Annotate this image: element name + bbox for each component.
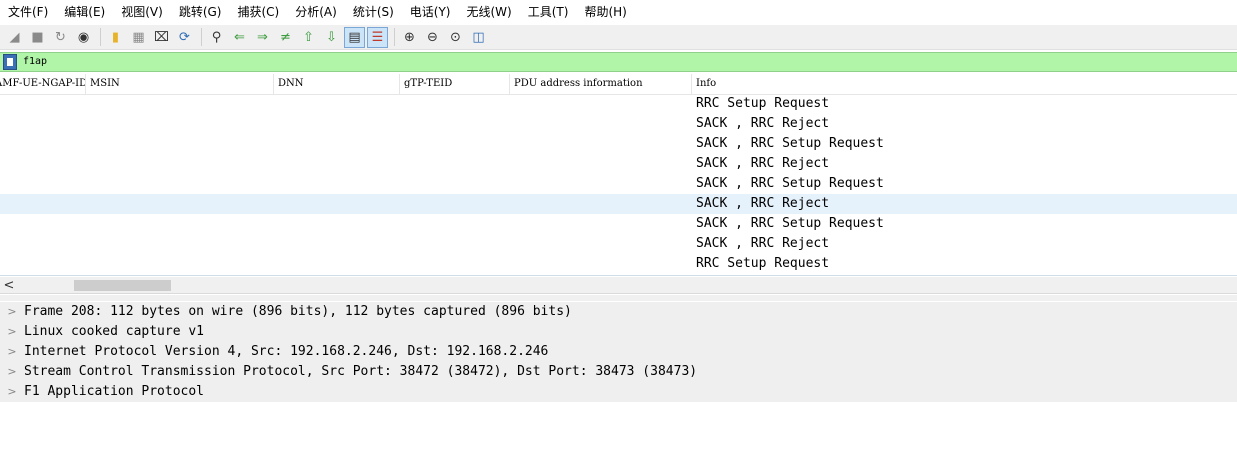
expand-chevron-icon[interactable]: >	[6, 302, 18, 322]
column-header-amf-ue-ngap-id[interactable]: AMF-UE-NGAP-ID	[0, 74, 86, 94]
go-last-packet-icon[interactable]: ⇩	[321, 27, 342, 48]
detail-item-label: Stream Control Transmission Protocol, Sr…	[24, 364, 698, 379]
filter-bookmark-icon[interactable]	[3, 54, 17, 70]
menu-wireless[interactable]: 无线(W)	[459, 0, 520, 25]
autoscroll-icon[interactable]: ▤	[344, 26, 365, 48]
shark-fin-start-icon[interactable]: ◢	[4, 27, 25, 48]
resize-columns-icon[interactable]: ◫	[468, 27, 489, 48]
packet-list-hscrollbar[interactable]: <	[0, 277, 1237, 294]
menu-analyze[interactable]: 分析(A)	[287, 0, 345, 25]
display-filter-input[interactable]	[20, 54, 1235, 70]
column-header-pdu-address[interactable]: PDU address information	[510, 74, 692, 94]
packet-info-cell: RRC Setup Request	[696, 256, 830, 271]
pane-splitter[interactable]	[0, 295, 1237, 301]
menu-view[interactable]: 视图(V)	[113, 0, 171, 25]
menu-tools[interactable]: 工具(T)	[520, 0, 577, 25]
zoom-out-icon[interactable]: ⊖	[422, 27, 443, 48]
go-to-packet-icon[interactable]: ≠	[275, 27, 296, 48]
packet-row[interactable]: SACK , RRC Setup Request	[0, 214, 1237, 234]
packet-row[interactable]: SACK , RRC Reject	[0, 114, 1237, 134]
stop-capture-icon[interactable]: ■	[27, 27, 48, 48]
packet-info-cell: SACK , RRC Reject	[696, 116, 830, 131]
detail-item-label: Internet Protocol Version 4, Src: 192.16…	[24, 344, 549, 359]
go-first-packet-icon[interactable]: ⇧	[298, 27, 319, 48]
save-file-icon[interactable]: ▦	[128, 27, 149, 48]
close-file-icon[interactable]: ⌧	[151, 27, 172, 48]
zoom-in-icon[interactable]: ⊕	[399, 27, 420, 48]
go-back-icon[interactable]: ⇐	[229, 27, 250, 48]
scroll-left-arrow-icon[interactable]: <	[2, 277, 16, 294]
column-header-info[interactable]: Info	[692, 74, 1237, 94]
capture-options-icon[interactable]: ◉	[73, 27, 94, 48]
toolbar-separator	[394, 28, 395, 46]
expand-chevron-icon[interactable]: >	[6, 342, 18, 362]
packet-list: AMF-UE-NGAP-ID MSIN DNN gTP-TEID PDU add…	[0, 74, 1237, 276]
column-header-msin[interactable]: MSIN	[86, 74, 274, 94]
detail-tree-item[interactable]: > Internet Protocol Version 4, Src: 192.1…	[0, 342, 1237, 362]
packet-info-cell: SACK , RRC Reject	[696, 196, 830, 211]
detail-item-label: Linux cooked capture v1	[24, 324, 205, 339]
menu-file[interactable]: 文件(F)	[0, 0, 56, 25]
menu-edit[interactable]: 编辑(E)	[56, 0, 113, 25]
packet-details: > Frame 208: 112 bytes on wire (896 bits)…	[0, 302, 1237, 459]
zoom-normal-icon[interactable]: ⊙	[445, 27, 466, 48]
packet-row[interactable]: SACK , RRC Reject	[0, 194, 1237, 214]
expand-chevron-icon[interactable]: >	[6, 382, 18, 402]
packet-row[interactable]: SACK , RRC Reject	[0, 234, 1237, 254]
packet-row[interactable]: SACK , RRC Reject	[0, 154, 1237, 174]
detail-tree-item[interactable]: > F1 Application Protocol	[0, 382, 1237, 402]
detail-tree-item[interactable]: > Stream Control Transmission Protocol, S…	[0, 362, 1237, 382]
restart-capture-icon[interactable]: ↻	[50, 27, 71, 48]
menu-capture[interactable]: 捕获(C)	[229, 0, 287, 25]
packet-list-header: AMF-UE-NGAP-ID MSIN DNN gTP-TEID PDU add…	[0, 74, 1237, 95]
toolbar-separator	[100, 28, 101, 46]
packet-info-cell: SACK , RRC Setup Request	[696, 216, 884, 231]
expand-chevron-icon[interactable]: >	[6, 362, 18, 382]
menu-statistics[interactable]: 统计(S)	[345, 0, 402, 25]
detail-tree-item[interactable]: > Linux cooked capture v1	[0, 322, 1237, 342]
expand-chevron-icon[interactable]: >	[6, 322, 18, 342]
main-toolbar: ◢ ■ ↻ ◉ ▮ ▦ ⌧ ⟳ ⚲ ⇐ ⇒ ≠ ⇧ ⇩ ▤ ☰ ⊕ ⊖ ⊙ ◫	[0, 25, 1237, 50]
packet-info-cell: SACK , RRC Reject	[696, 156, 830, 171]
column-header-gtp-teid[interactable]: gTP-TEID	[400, 74, 510, 94]
find-packet-icon[interactable]: ⚲	[206, 27, 227, 48]
packet-row[interactable]: RRC Setup Request	[0, 254, 1237, 274]
toolbar-separator	[201, 28, 202, 46]
go-forward-icon[interactable]: ⇒	[252, 27, 273, 48]
open-file-icon[interactable]: ▮	[105, 27, 126, 48]
packet-row[interactable]: RRC Setup Request	[0, 94, 1237, 114]
detail-item-label: F1 Application Protocol	[24, 384, 205, 399]
packet-info-cell: SACK , RRC Setup Request	[696, 176, 884, 191]
packet-info-cell: SACK , RRC Setup Request	[696, 136, 884, 151]
packet-row[interactable]: SACK , RRC Setup Request	[0, 174, 1237, 194]
scrollbar-thumb[interactable]	[74, 280, 171, 291]
menu-bar: 文件(F) 编辑(E) 视图(V) 跳转(G) 捕获(C) 分析(A) 统计(S…	[0, 0, 1237, 25]
menu-help[interactable]: 帮助(H)	[576, 0, 634, 25]
colorize-icon[interactable]: ☰	[367, 26, 388, 48]
packet-row[interactable]: SACK , RRC Setup Request	[0, 134, 1237, 154]
reload-file-icon[interactable]: ⟳	[174, 27, 195, 48]
menu-telephony[interactable]: 电话(Y)	[402, 0, 459, 25]
detail-item-label: Frame 208: 112 bytes on wire (896 bits),…	[24, 304, 572, 319]
display-filter-bar	[0, 52, 1237, 72]
packet-info-cell: SACK , RRC Reject	[696, 236, 830, 251]
packet-info-cell: RRC Setup Request	[696, 96, 830, 111]
menu-go[interactable]: 跳转(G)	[171, 0, 230, 25]
detail-tree-item[interactable]: > Frame 208: 112 bytes on wire (896 bits)…	[0, 302, 1237, 322]
column-header-dnn[interactable]: DNN	[274, 74, 400, 94]
